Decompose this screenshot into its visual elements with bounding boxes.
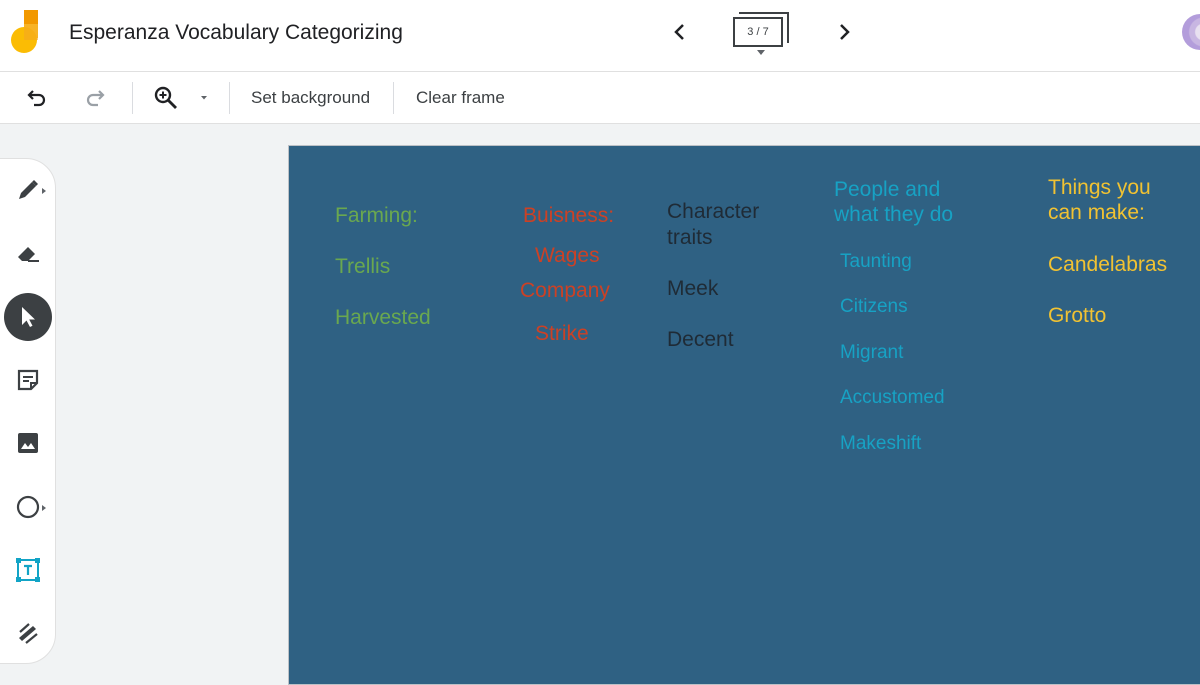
character-word[interactable]: Meek xyxy=(667,276,718,301)
shape-tool-button[interactable] xyxy=(0,481,57,533)
undo-button[interactable] xyxy=(23,84,51,112)
text-box-tool-button[interactable] xyxy=(0,544,57,596)
toolbar-divider xyxy=(229,82,230,114)
people-heading-line1[interactable]: People and xyxy=(834,177,940,202)
character-heading-line1[interactable]: Character xyxy=(667,199,759,224)
submenu-arrow-icon xyxy=(42,188,46,194)
laser-pointer-icon xyxy=(19,623,38,644)
zoom-in-icon xyxy=(154,86,177,109)
set-background-button[interactable]: Set background xyxy=(251,88,370,108)
people-word[interactable]: Migrant xyxy=(840,340,903,365)
jamboard-logo-icon[interactable] xyxy=(8,8,44,54)
active-tool-highlight xyxy=(4,293,52,341)
editing-toolbar: Set background Clear frame xyxy=(0,72,1200,124)
user-avatar[interactable] xyxy=(1182,14,1200,50)
people-word[interactable]: Makeshift xyxy=(840,431,921,456)
sticky-note-tool-button[interactable] xyxy=(0,354,57,406)
farming-heading[interactable]: Farming: xyxy=(335,203,418,228)
toolbar-divider xyxy=(393,82,394,114)
people-word[interactable]: Accustomed xyxy=(840,385,945,410)
things-heading-line2[interactable]: can make: xyxy=(1048,200,1145,225)
people-word[interactable]: Citizens xyxy=(840,294,908,319)
sticky-note-icon xyxy=(17,369,39,391)
tool-palette xyxy=(0,158,56,664)
chevron-left-icon xyxy=(674,24,684,40)
select-arrow-icon xyxy=(22,307,35,327)
caret-down-icon xyxy=(201,96,207,100)
people-word[interactable]: Taunting xyxy=(840,249,912,274)
business-word[interactable]: Company xyxy=(520,278,610,303)
chevron-right-icon xyxy=(840,24,850,40)
business-word[interactable]: Wages xyxy=(535,243,600,268)
text-box-icon xyxy=(16,558,40,582)
things-word[interactable]: Candelabras xyxy=(1048,252,1167,277)
zoom-dropdown-button[interactable] xyxy=(192,84,216,112)
undo-icon xyxy=(27,90,46,107)
pen-icon xyxy=(19,180,38,199)
business-heading[interactable]: Buisness: xyxy=(523,203,614,228)
redo-icon xyxy=(86,90,105,107)
toolbar-divider xyxy=(132,82,133,114)
select-tool-button[interactable] xyxy=(0,291,57,343)
things-heading-line1[interactable]: Things you xyxy=(1048,175,1151,200)
previous-frame-button[interactable] xyxy=(666,18,694,46)
jam-frame-canvas[interactable]: Farming: Trellis Harvested Buisness: Wag… xyxy=(288,145,1200,685)
farming-word[interactable]: Trellis xyxy=(335,254,390,279)
pen-tool-button[interactable] xyxy=(0,164,57,216)
image-icon xyxy=(18,433,38,453)
app-header: Esperanza Vocabulary Categorizing 3 / 7 xyxy=(0,0,1200,72)
image-tool-button[interactable] xyxy=(0,417,57,469)
things-word[interactable]: Grotto xyxy=(1048,303,1106,328)
character-word[interactable]: Decent xyxy=(667,327,734,352)
redo-button[interactable] xyxy=(81,84,109,112)
circle-shape-icon xyxy=(16,495,40,519)
business-word[interactable]: Strike xyxy=(535,321,589,346)
character-heading-line2[interactable]: traits xyxy=(667,225,713,250)
clear-frame-button[interactable]: Clear frame xyxy=(416,88,505,108)
people-heading-line2[interactable]: what they do xyxy=(834,202,953,227)
eraser-tool-button[interactable] xyxy=(0,227,57,279)
laser-tool-button[interactable] xyxy=(0,607,57,659)
frame-counter-button[interactable]: 3 / 7 xyxy=(733,12,791,58)
document-title[interactable]: Esperanza Vocabulary Categorizing xyxy=(69,21,403,45)
next-frame-button[interactable] xyxy=(830,18,858,46)
eraser-icon xyxy=(18,247,39,262)
submenu-arrow-icon xyxy=(42,505,46,511)
farming-word[interactable]: Harvested xyxy=(335,305,431,330)
zoom-button[interactable] xyxy=(152,84,180,112)
frame-counter-label: 3 / 7 xyxy=(733,17,783,47)
caret-down-icon xyxy=(757,50,765,55)
